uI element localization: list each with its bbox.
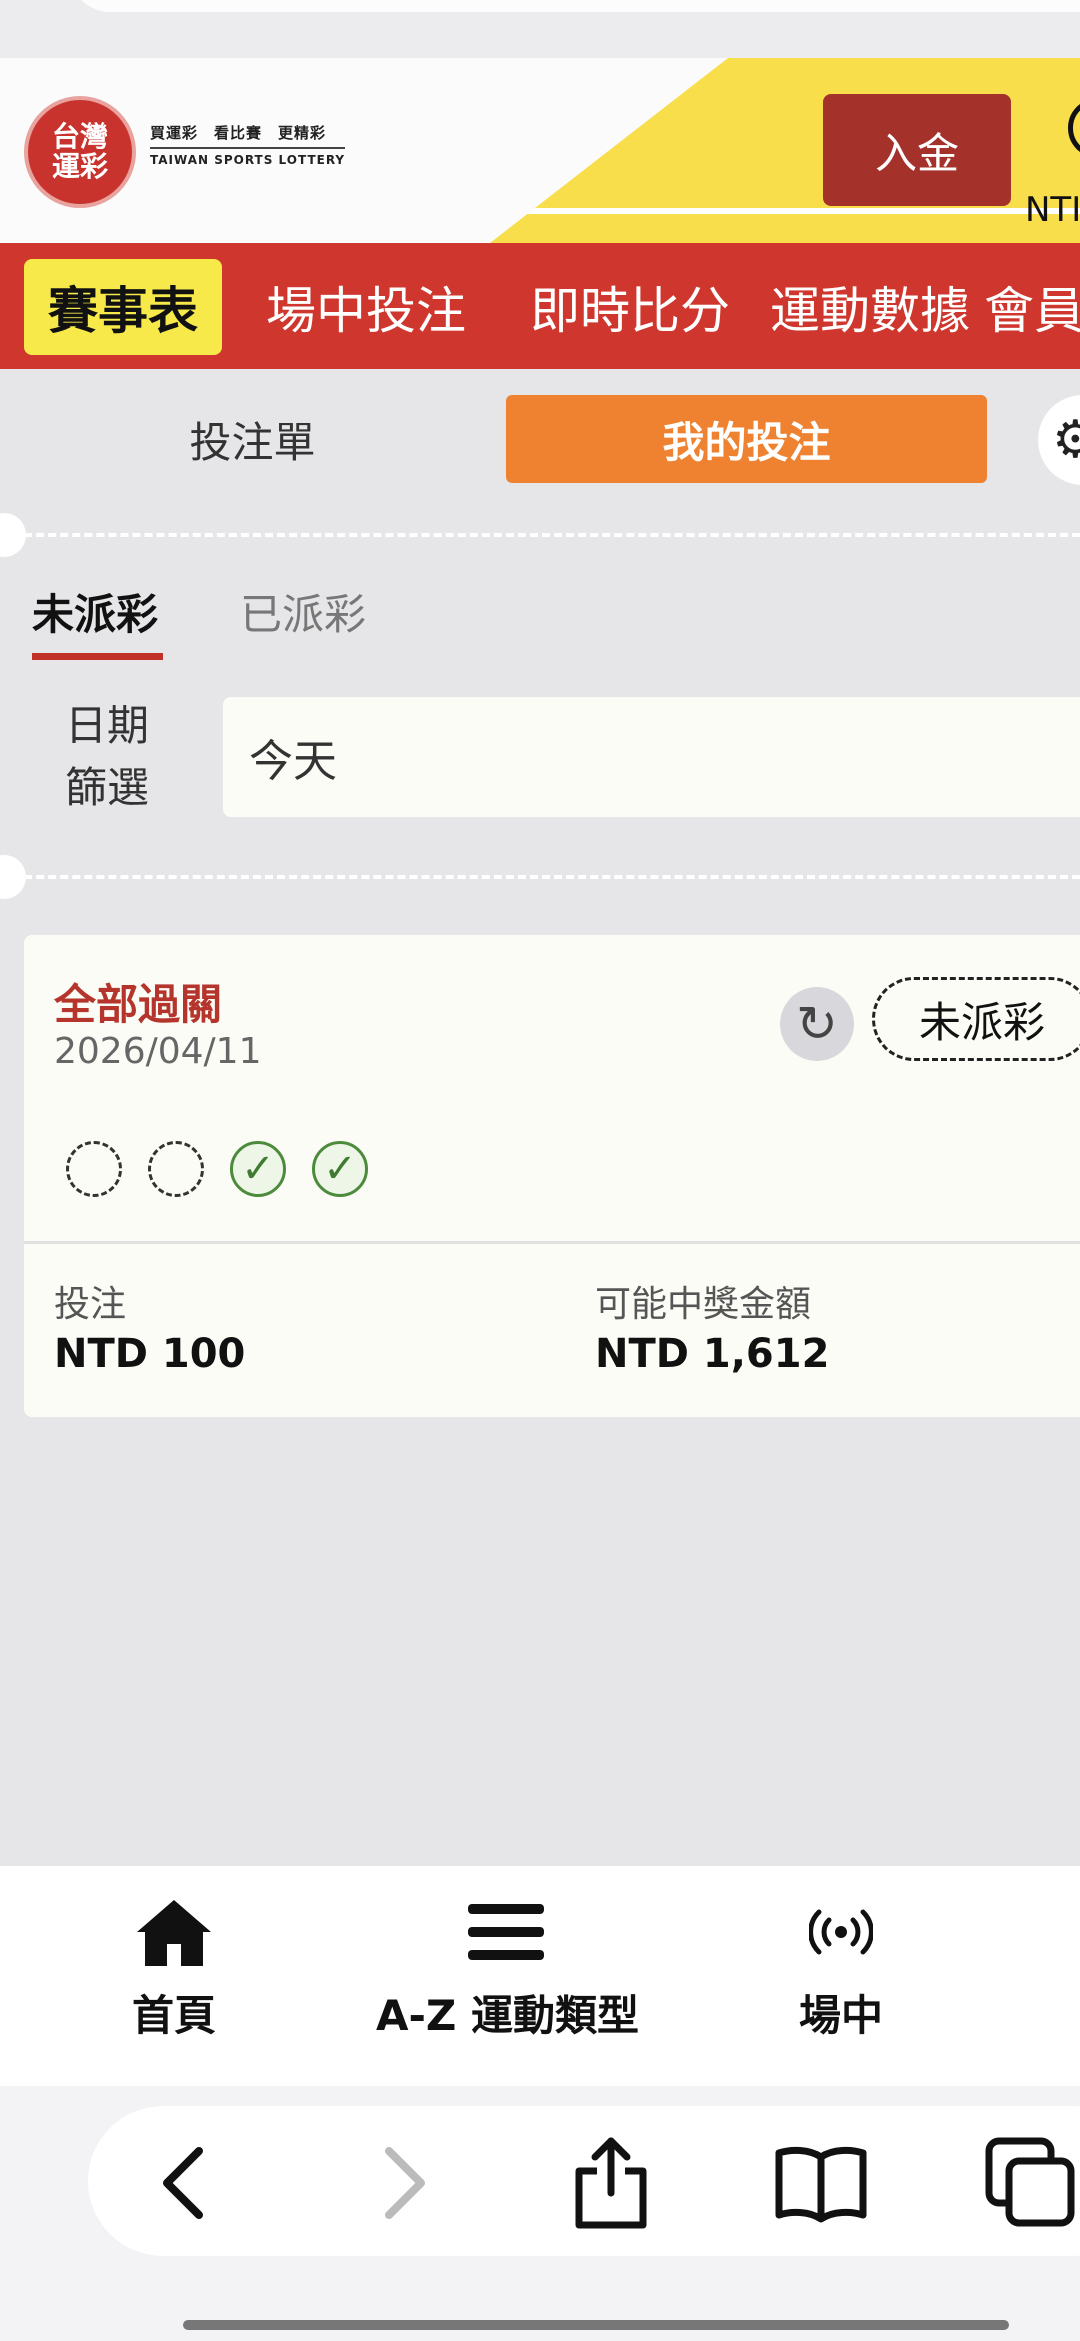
- nav-tab-sports-data[interactable]: 運動數據: [746, 259, 994, 355]
- bottom-nav-home-label: 首頁: [131, 1991, 216, 2040]
- divider-dashed: [0, 875, 1080, 879]
- logo-text: 台灣運彩: [51, 120, 108, 183]
- logo-slogan: 買運彩 看比賽 更精彩 TAIWAN SPORTS LOTTERY: [150, 122, 345, 167]
- deposit-button[interactable]: 入金: [823, 94, 1011, 206]
- leg-pending-icon: [148, 1141, 204, 1197]
- bet-slip-panel: 投注單 我的投注 ⚙ 未派彩 已派彩 日期篩選 今天 全部過關 2026/04/…: [0, 369, 1080, 1866]
- live-broadcast-icon: [776, 1892, 906, 1972]
- stake-label: 投注: [54, 1284, 127, 1325]
- ticket-notch: [0, 513, 26, 557]
- main-nav: 賽事表 場中投注 即時比分 運動數據 會員: [0, 243, 1080, 369]
- refresh-icon[interactable]: ↻: [780, 987, 854, 1061]
- ticket-notch: [0, 855, 26, 899]
- nav-tab-member[interactable]: 會員: [960, 259, 1080, 355]
- bottom-nav-live[interactable]: 場中: [776, 1892, 906, 2043]
- browser-top-strip: [0, 0, 1080, 62]
- tab-betslip[interactable]: 投注單: [30, 395, 475, 483]
- tab-my-bets[interactable]: 我的投注: [506, 395, 987, 483]
- bookmarks-icon[interactable]: [766, 2128, 876, 2238]
- leg-pending-icon: [66, 1141, 122, 1197]
- home-icon: [104, 1892, 244, 1972]
- bet-type: 全部過關: [54, 980, 223, 1029]
- leg-won-check-icon: ✓: [312, 1141, 368, 1197]
- address-bar-edge[interactable]: [70, 0, 1080, 12]
- forward-icon[interactable]: [350, 2128, 460, 2238]
- bet-status-badge: 未派彩: [872, 977, 1080, 1061]
- active-tab-indicator: [32, 653, 163, 660]
- share-icon[interactable]: [556, 2128, 666, 2238]
- date-filter-select[interactable]: 今天: [223, 697, 1080, 817]
- bottom-nav-home[interactable]: 首頁: [104, 1892, 244, 2043]
- home-indicator: [183, 2320, 1009, 2330]
- tab-settled[interactable]: 已派彩: [240, 581, 366, 642]
- date-filter-label: 日期篩選: [64, 701, 149, 812]
- tabs-icon[interactable]: [976, 2128, 1080, 2238]
- nav-tab-live-betting[interactable]: 場中投注: [242, 259, 490, 355]
- back-icon[interactable]: [128, 2128, 238, 2238]
- slogan-en-text: TAIWAN SPORTS LOTTERY: [150, 153, 346, 167]
- menu-icon: [376, 1892, 636, 1972]
- bottom-nav-live-label: 場中: [798, 1991, 883, 2040]
- bottom-nav-sports-az-label: A-Z 運動類型: [376, 1991, 640, 2040]
- stake-value: NTD 100: [54, 1331, 246, 1377]
- divider-dashed: [0, 533, 1080, 537]
- card-divider: [24, 1241, 1080, 1244]
- browser-toolbar: [0, 2086, 1080, 2341]
- site-header: 台灣運彩 買運彩 看比賽 更精彩 TAIWAN SPORTS LOTTERY 入…: [0, 58, 1080, 243]
- site-logo[interactable]: 台灣運彩: [24, 96, 136, 208]
- bet-date: 2026/04/11: [54, 1031, 262, 1072]
- bottom-nav: 首頁 A-Z 運動類型 場中: [0, 1866, 1080, 2086]
- balance-currency: NTI: [1025, 190, 1080, 230]
- tab-unsettled[interactable]: 未派彩: [32, 581, 158, 642]
- bottom-nav-sports-az[interactable]: A-Z 運動類型: [376, 1892, 640, 2043]
- payout-label: 可能中獎金額: [595, 1284, 812, 1325]
- payout-value: NTD 1,612: [595, 1331, 830, 1377]
- nav-tab-live-scores[interactable]: 即時比分: [506, 259, 754, 355]
- leg-won-check-icon: ✓: [230, 1141, 286, 1197]
- bet-card[interactable]: 全部過關 2026/04/11 ↻ 未派彩 ✓ ✓ 投注 NTD 100 可能中…: [24, 935, 1080, 1417]
- settings-gear-icon[interactable]: ⚙: [1038, 395, 1080, 485]
- nav-tab-schedule[interactable]: 賽事表: [24, 259, 222, 355]
- slogan-text: 買運彩 看比賽 更精彩: [150, 124, 327, 142]
